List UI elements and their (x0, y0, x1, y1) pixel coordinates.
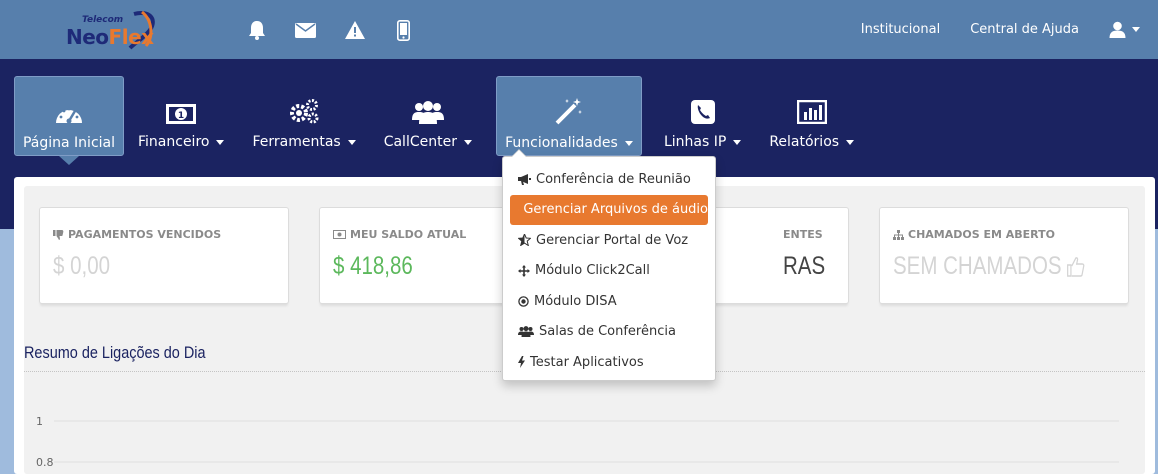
card-title: ENTES (783, 228, 823, 241)
gears-icon (290, 99, 319, 124)
thumbs-up-icon (1066, 256, 1085, 277)
magic-wand-icon (555, 98, 582, 125)
bar-chart-icon (796, 100, 827, 124)
menu-item-label: Conferência de Reunião (536, 171, 691, 187)
logo-name-flex: Flex (108, 25, 154, 49)
dot-circle-icon (518, 296, 529, 307)
chevron-down-icon (347, 139, 356, 145)
users-icon (411, 101, 444, 124)
menu-item-testar-aplicativos[interactable]: Testar Aplicativos (510, 347, 708, 378)
nav-label: Página Inicial (22, 135, 116, 151)
users-icon (518, 326, 534, 338)
ligacoes-chart: 10.8 (36, 415, 1119, 469)
envelope-icon[interactable] (281, 16, 330, 44)
card-title: CHAMADOS EM ABERTO (908, 228, 1056, 241)
active-indicator (59, 156, 79, 165)
menu-item-salas-de-conferencia[interactable]: Salas de Conferência (510, 317, 708, 348)
menu-item-label: Testar Aplicativos (530, 354, 644, 370)
nav-callcenter[interactable]: CallCenter (370, 76, 486, 156)
nav-pagina-inicial[interactable]: Página Inicial (14, 76, 124, 165)
card-title: PAGAMENTOS VENCIDOS (68, 228, 222, 241)
card-value: SEM CHAMADOS (893, 252, 1085, 281)
neoflex-logo[interactable]: Telecom NeoFlex (64, 8, 160, 50)
card-value-text: SEM CHAMADOS (893, 252, 1062, 280)
menu-item-label: Gerenciar Arquivos de áudio (523, 202, 708, 218)
logo-name-neo: Neo (66, 25, 109, 49)
nav-relatorios[interactable]: Relatórios (755, 76, 868, 156)
dashboard-icon (56, 107, 82, 124)
chevron-down-icon (216, 139, 225, 145)
nav-linhas-ip[interactable]: Linhas IP (650, 76, 755, 156)
money-icon: 1 (166, 104, 197, 124)
menu-item-label: Módulo DISA (534, 293, 617, 309)
warning-icon[interactable] (330, 16, 379, 44)
top-links: Institucional Central de Ajuda (831, 0, 1140, 59)
chevron-down-icon (624, 140, 633, 146)
menu-item-modulo-click2call[interactable]: Módulo Click2Call (510, 256, 708, 287)
chevron-down-icon (1132, 27, 1140, 32)
card-value: $ 418,86 (333, 252, 413, 280)
menu-item-gerenciar-arquivos-de-audio[interactable]: Gerenciar Arquivos de áudio (510, 194, 708, 225)
nav-label: CallCenter (383, 134, 457, 150)
logo-telecom-text: Telecom (82, 15, 124, 25)
section-title-text: Resumo de Ligações do Dia (24, 343, 206, 362)
thumbs-down-icon (53, 229, 64, 240)
bullhorn-icon (518, 173, 531, 185)
central-de-ajuda-link[interactable]: Central de Ajuda (970, 22, 1079, 37)
money-icon (333, 230, 346, 239)
card-chamados-em-aberto: CHAMADOS EM ABERTO SEM CHAMADOS (879, 207, 1129, 304)
bolt-icon (518, 356, 525, 369)
menu-item-label: Salas de Conferência (539, 324, 676, 340)
card-value: $ 0,00 (53, 252, 111, 280)
card-value: RAS (783, 252, 826, 280)
menu-item-modulo-disa[interactable]: Módulo DISA (510, 286, 708, 317)
user-icon (1109, 21, 1126, 38)
nav-label: Relatórios (769, 134, 840, 150)
y-tick-label: 1 (36, 415, 43, 428)
menu-item-conferencia-de-reuniao[interactable]: Conferência de Reunião (510, 164, 708, 195)
card-title: MEU SALDO ATUAL (350, 228, 467, 241)
nav-financeiro[interactable]: 1 Financeiro (124, 76, 238, 156)
bell-icon[interactable] (232, 16, 281, 44)
nav-label: Ferramentas (252, 134, 341, 150)
menu-item-label: Módulo Click2Call (535, 263, 650, 279)
phone-icon (690, 100, 715, 124)
nav-funcionalidades[interactable]: Funcionalidades (495, 76, 642, 156)
top-bar: Telecom NeoFlex Institucional Central de… (0, 0, 1158, 59)
user-menu[interactable] (1109, 21, 1140, 38)
chevron-down-icon (463, 139, 472, 145)
sitemap-icon (893, 229, 904, 240)
nav-label: Financeiro (138, 134, 210, 150)
star-half-icon (518, 234, 531, 247)
y-tick-label: 0.8 (36, 456, 54, 469)
main-nav: Página Inicial 1 Financeiro Ferramentas … (14, 76, 868, 165)
menu-item-gerenciar-portal-de-voz[interactable]: Gerenciar Portal de Voz (510, 225, 708, 256)
chevron-down-icon (733, 139, 742, 145)
logo-name: NeoFlex (66, 25, 154, 49)
mobile-icon[interactable] (379, 16, 428, 44)
arrows-icon (518, 264, 530, 277)
card-pagamentos-vencidos: PAGAMENTOS VENCIDOS $ 0,00 (39, 207, 289, 304)
funcionalidades-dropdown: Conferência de Reunião Gerenciar Arquivo… (502, 149, 716, 381)
chevron-down-icon (846, 139, 855, 145)
institucional-link[interactable]: Institucional (861, 22, 940, 37)
nav-ferramentas[interactable]: Ferramentas (238, 76, 369, 156)
menu-item-label: Gerenciar Portal de Voz (536, 232, 689, 248)
nav-label: Linhas IP (663, 134, 727, 150)
top-icon-group (232, 16, 428, 44)
svg-text:1: 1 (178, 111, 184, 121)
